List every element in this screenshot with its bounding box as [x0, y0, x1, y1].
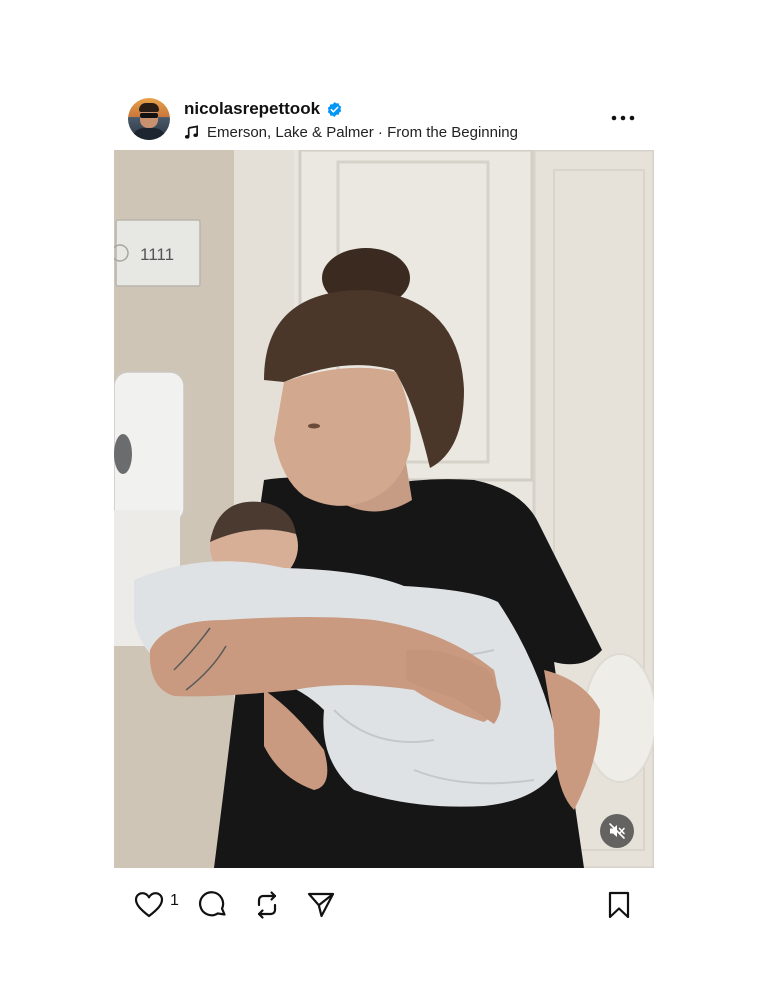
- share-button[interactable]: [304, 888, 338, 922]
- comment-button[interactable]: [196, 888, 230, 922]
- audio-attribution[interactable]: Emerson, Lake & Palmer · From the Beginn…: [184, 124, 518, 141]
- more-options-icon[interactable]: [610, 110, 636, 126]
- audio-title: Emerson, Lake & Palmer · From the Beginn…: [207, 124, 518, 141]
- username-row: nicolasrepettook: [184, 99, 343, 119]
- repost-icon: [257, 891, 277, 919]
- mute-button[interactable]: [600, 814, 634, 848]
- username[interactable]: nicolasrepettook: [184, 99, 320, 119]
- comment-icon: [198, 891, 226, 917]
- instagram-post: nicolasrepettook Emerson, Lake & Palmer …: [114, 92, 654, 938]
- music-note-icon: [184, 125, 198, 139]
- share-icon: [307, 892, 335, 918]
- photo-illustration: 1111: [114, 150, 654, 868]
- action-bar: 1: [114, 868, 654, 938]
- like-button[interactable]: [132, 888, 166, 922]
- post-header: nicolasrepettook Emerson, Lake & Palmer …: [114, 92, 654, 150]
- post-photo[interactable]: 1111: [114, 150, 654, 868]
- verified-badge-icon: [327, 101, 342, 117]
- avatar[interactable]: [128, 98, 170, 140]
- save-button[interactable]: [602, 888, 636, 922]
- door-sign-number: 1111: [140, 245, 174, 264]
- heart-icon: [134, 892, 164, 918]
- like-count[interactable]: 1: [170, 892, 179, 910]
- speaker-muted-icon: [609, 823, 625, 839]
- repost-button[interactable]: [250, 888, 284, 922]
- bookmark-icon: [608, 891, 630, 919]
